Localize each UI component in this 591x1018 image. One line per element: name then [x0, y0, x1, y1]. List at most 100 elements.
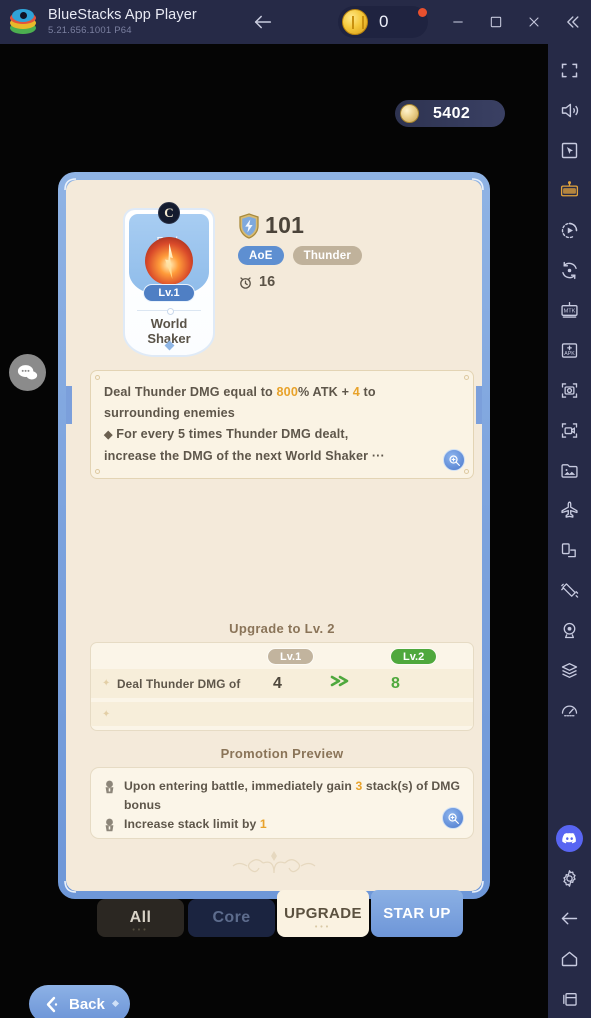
tab-core[interactable]: Core [188, 899, 275, 937]
desc-text: to [359, 385, 376, 399]
titlebar-back-button[interactable] [248, 8, 278, 36]
keymapping-icon[interactable] [548, 170, 591, 210]
tab-dots-icon: ••• [132, 927, 149, 934]
promotion-text: Increase stack limit by 1 [124, 815, 267, 834]
power-shield-icon [238, 212, 260, 239]
collapse-sidebar-button[interactable] [553, 0, 591, 44]
panel-pin [464, 469, 469, 474]
row-bullet-icon: ✦ [102, 678, 111, 689]
cursor-icon[interactable] [548, 130, 591, 170]
upgrade-arrow-icon [329, 673, 351, 694]
rarity-badge: C [158, 202, 180, 224]
description-line-4: increase the DMG of the next World Shake… [104, 446, 459, 467]
back-sparkle-icon [111, 999, 120, 1008]
promotion-preview-panel: Upon entering battle, immediately gain 3… [90, 767, 474, 839]
skill-description-panel: Deal Thunder DMG equal to 800% ATK + 4 t… [90, 370, 474, 479]
row-value-current: 4 [273, 674, 282, 692]
cooldown-row: 16 [238, 274, 362, 290]
upgrade-section-title: Upgrade to Lv. 2 [229, 621, 335, 636]
skill-header-info: 101 AoE Thunder 16 [238, 212, 363, 290]
multi-instance-icon[interactable]: MTK [548, 290, 591, 330]
location-icon[interactable] [548, 610, 591, 650]
bluestacks-logo-icon [10, 9, 36, 35]
screenshot-icon[interactable] [548, 370, 591, 410]
description-line-2: surrounding enemies [104, 406, 235, 420]
layers-icon[interactable] [548, 650, 591, 690]
desc-text: For every 5 times Thunder DMG dealt, [116, 427, 349, 441]
svg-text:MTK: MTK [564, 308, 576, 314]
power-row: 101 [238, 212, 362, 239]
back-chevron-icon [43, 995, 62, 1014]
power-value: 101 [265, 212, 305, 238]
prev-skill-arrow[interactable] [66, 386, 72, 424]
performance-icon[interactable] [548, 690, 591, 730]
gold-coin-icon [400, 104, 419, 123]
skill-art-icon [145, 237, 193, 285]
tab-core-label: Core [212, 909, 251, 926]
row-bullet-icon: ✦ [102, 708, 111, 720]
back-button-label: Back [69, 995, 105, 1013]
airplane-mode-icon[interactable] [548, 490, 591, 530]
fullscreen-icon[interactable] [548, 50, 591, 90]
sync-icon[interactable] [548, 250, 591, 290]
tab-all-label: All [129, 909, 152, 926]
prom-highlight: 1 [259, 817, 267, 831]
close-button[interactable] [515, 0, 553, 44]
magnify-plus-icon[interactable] [443, 449, 465, 471]
game-currency-pill[interactable]: 5402 [395, 100, 505, 127]
skill-portrait[interactable]: C Excl. Lv.1 World Shaker [123, 202, 215, 357]
coin-count: 0 [379, 12, 389, 31]
record-video-icon[interactable] [548, 410, 591, 450]
tab-dots-icon: ••• [314, 924, 332, 931]
game-viewport: 5402 C Lv.1 World Shaker 101 AoE Thunder… [0, 44, 548, 1018]
android-back-icon[interactable] [548, 898, 591, 938]
android-recents-icon[interactable] [548, 978, 591, 1018]
tab-upgrade[interactable]: UPGRADE ••• [277, 890, 369, 937]
volume-icon[interactable] [548, 90, 591, 130]
skill-level-badge: Lv.1 [143, 284, 195, 302]
rotate-screen-icon[interactable] [548, 530, 591, 570]
list-item: Increase stack limit by 1 [103, 815, 461, 834]
skill-name-line1: World [150, 316, 188, 331]
prom-text-pre: Increase stack limit by [124, 817, 260, 831]
apk-install-icon[interactable]: APK [548, 330, 591, 370]
magnify-plus-icon[interactable] [442, 807, 464, 829]
column-header-lv2: Lv.2 [390, 648, 438, 665]
table-row: ✦ [91, 702, 473, 726]
back-button[interactable]: Back [29, 985, 130, 1018]
portrait-divider [137, 308, 201, 315]
next-skill-arrow[interactable] [476, 386, 482, 424]
titlebar-coin-pill[interactable]: 0 [338, 6, 428, 38]
tag-aoe: AoE [238, 246, 284, 265]
upgrade-table: Lv.1 Lv.2 ✦ Deal Thunder DMG of 4 8 ✦ [90, 642, 474, 731]
shake-icon[interactable] [548, 570, 591, 610]
bottom-tab-bar: All ••• Core UPGRADE ••• STAR UP [0, 890, 548, 943]
titlebar-text-block: BlueStacks App Player 5.21.656.1001 P64 [48, 8, 197, 35]
media-manager-icon[interactable] [548, 450, 591, 490]
upgrade-table-header: Lv.1 Lv.2 [91, 643, 473, 669]
list-item: Upon entering battle, immediately gain 3… [103, 777, 461, 815]
settings-gear-icon[interactable] [548, 858, 591, 898]
card-flourish-ornament [219, 847, 329, 881]
discord-icon[interactable] [548, 818, 591, 858]
chat-bubble-icon[interactable] [9, 354, 46, 391]
desc-highlight: 4 [352, 385, 360, 399]
screen-root: BlueStacks App Player 5.21.656.1001 P64 … [0, 0, 591, 1018]
minimize-button[interactable] [439, 0, 477, 44]
maximize-button[interactable] [477, 0, 515, 44]
android-home-icon[interactable] [548, 938, 591, 978]
bluestacks-sidebar: MTK APK [548, 44, 591, 1018]
gold-amount: 5402 [433, 104, 471, 122]
table-row: ✦ Deal Thunder DMG of 4 8 [91, 669, 473, 698]
bluestacks-titlebar: BlueStacks App Player 5.21.656.1001 P64 … [0, 0, 591, 44]
desc-highlight: 800 [276, 385, 298, 399]
notification-dot [418, 8, 427, 17]
tab-all[interactable]: All ••• [97, 899, 184, 937]
card-inner-surface: C Excl. Lv.1 World Shaker [66, 180, 482, 891]
promotion-lock-icon [103, 818, 116, 832]
description-line-1: Deal Thunder DMG equal to 800% ATK + 4 t… [104, 382, 459, 403]
description-line-3: ◆ For every 5 times Thunder DMG dealt, [104, 424, 459, 446]
macro-play-icon[interactable] [548, 210, 591, 250]
tab-star-up[interactable]: STAR UP [371, 890, 463, 937]
app-title: BlueStacks App Player [48, 7, 197, 24]
